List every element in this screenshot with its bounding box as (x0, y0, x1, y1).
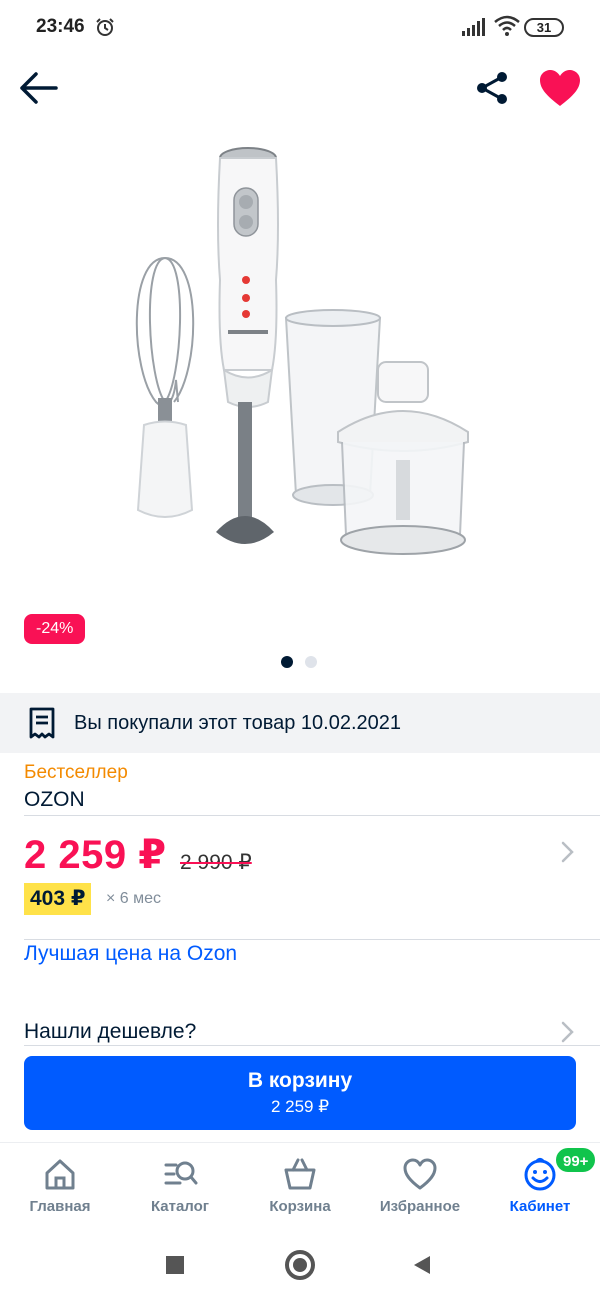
chevron-right-icon (561, 841, 574, 863)
add-to-cart-button[interactable]: В корзину 2 259 ₽ (24, 1056, 576, 1130)
product-image[interactable] (120, 140, 480, 570)
arrow-left-icon (20, 72, 58, 104)
nav-item-favorites[interactable]: Избранное (360, 1143, 480, 1229)
heart-outline-icon (403, 1158, 437, 1190)
old-price: 2 990 ₽ (180, 851, 252, 874)
signal-icon (462, 18, 485, 36)
smile-profile-icon (524, 1158, 556, 1191)
purchased-text: Вы покупали этот товар 10.02.2021 (74, 712, 402, 734)
brand-name[interactable]: OZON (24, 788, 85, 812)
blender-body (216, 147, 279, 544)
top-bar (0, 56, 600, 120)
wifi-icon (494, 15, 520, 36)
nav-label-catalog: Каталог (150, 1198, 210, 1215)
nav-label-cart: Корзина (269, 1198, 331, 1215)
receipt-icon (29, 707, 55, 739)
nav-item-catalog[interactable]: Каталог (120, 1143, 240, 1229)
pagination-dot[interactable] (305, 656, 317, 668)
share-icon (477, 72, 507, 104)
whisk-attachment (135, 257, 195, 518)
best-price-link[interactable]: Лучшая цена на Ozon (24, 942, 237, 966)
current-price: 2 259 ₽ (24, 833, 167, 877)
found-cheaper-link[interactable]: Нашли дешевле? (24, 1020, 196, 1044)
purchased-notice[interactable]: Вы покупали этот товар 10.02.2021 (0, 693, 600, 753)
divider (24, 939, 600, 940)
home-button[interactable] (285, 1250, 315, 1280)
gallery-pagination (281, 656, 317, 668)
basket-icon (284, 1158, 316, 1190)
add-to-cart-label: В корзину (247, 1069, 353, 1092)
installment-badge: 403 ₽ (24, 883, 92, 915)
battery-icon: 31 (524, 18, 564, 37)
add-to-cart-price: 2 259 ₽ (270, 1097, 330, 1116)
divider (24, 815, 600, 816)
nav-label-home: Главная (29, 1198, 91, 1215)
catalog-search-icon (164, 1161, 198, 1185)
share-button[interactable] (470, 66, 514, 110)
bottom-nav: Главная Каталог Корзина Избранное Кабине… (0, 1142, 600, 1228)
bestseller-label: Бестселлер (24, 762, 128, 783)
home-icon (45, 1159, 75, 1190)
installment-term: × 6 мес (106, 890, 162, 907)
nav-label-cabinet: Кабинет (509, 1198, 571, 1215)
back-button[interactable] (16, 68, 60, 108)
divider (24, 1045, 600, 1046)
alarm-icon (96, 18, 114, 36)
nav-label-favorites: Избранное (379, 1198, 461, 1215)
chevron-right-icon (561, 1021, 574, 1043)
recent-apps-button[interactable] (166, 1256, 184, 1274)
pagination-dot-active[interactable] (281, 656, 293, 668)
nav-item-home[interactable]: Главная (0, 1143, 120, 1229)
nav-item-cart[interactable]: Корзина (240, 1143, 360, 1229)
price-block[interactable]: 2 259 ₽ 2 990 ₽ 403 ₽ × 6 мес (0, 818, 600, 938)
heart-icon (540, 70, 580, 106)
system-navigation-bar (0, 1228, 600, 1299)
status-bar: 23:46 31 (0, 0, 600, 56)
discount-badge: -24% (24, 614, 86, 644)
status-time: 23:46 (36, 16, 85, 37)
cabinet-notification-badge: 99+ (554, 1146, 598, 1174)
favorite-button[interactable] (536, 66, 584, 110)
system-back-button[interactable] (412, 1254, 432, 1276)
